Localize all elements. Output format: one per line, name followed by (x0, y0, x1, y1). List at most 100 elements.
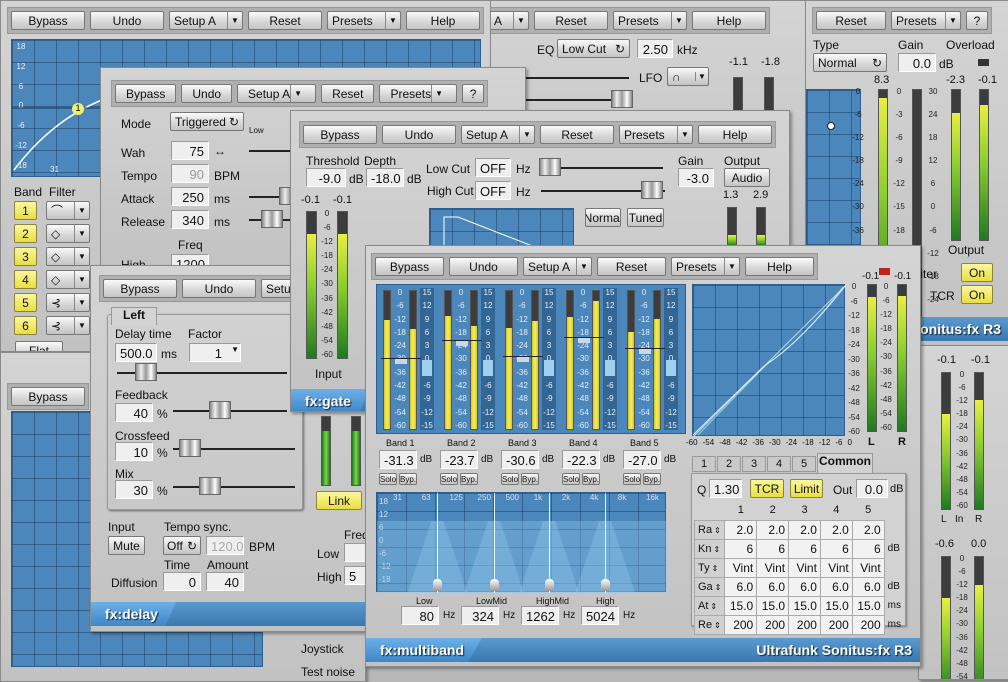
param-cell[interactable]: 6 (756, 538, 790, 559)
undo-button[interactable]: Undo (182, 279, 256, 298)
param-cell[interactable]: 6.0 (788, 576, 821, 597)
band-1-button[interactable]: 1 (14, 201, 37, 220)
reset-button[interactable]: Reset (540, 125, 614, 144)
release-field[interactable]: 340 (171, 210, 209, 229)
filter-type-dropdown[interactable]: ◇ ▼ (46, 247, 90, 266)
attack-field[interactable]: 250 (171, 187, 209, 206)
param-cell[interactable]: 200 (819, 614, 853, 635)
row-header[interactable]: At ⇕ (693, 595, 726, 616)
param-cell[interactable]: 2.0 (724, 519, 758, 540)
setup-a-dropdown[interactable]: Setup A▼ (169, 11, 243, 30)
param-cell[interactable]: 6 (724, 538, 758, 559)
tab-left[interactable]: Left (111, 307, 157, 325)
output-button[interactable]: Audio (724, 168, 770, 187)
crossover-freq-field[interactable]: 324 (461, 606, 499, 625)
param-cell[interactable]: 15.0 (756, 595, 790, 616)
reset-button[interactable]: Reset (248, 11, 322, 30)
tempo-sync-toggle[interactable]: Off ↻ (163, 536, 201, 555)
crossover-freq-field[interactable]: 80 (401, 606, 439, 625)
band-4-button[interactable]: 4 (14, 270, 37, 289)
band-3-button[interactable]: 3 (14, 247, 37, 266)
gain-field[interactable]: -3.0 (678, 168, 714, 187)
slider[interactable] (521, 90, 633, 108)
param-cell[interactable]: 200 (788, 614, 821, 635)
limiter-toggle[interactable]: On (961, 263, 993, 282)
band-2-button[interactable]: 2 (14, 224, 37, 243)
high-cut-field[interactable]: OFF (475, 181, 511, 200)
undo-button[interactable]: Undo (382, 125, 456, 144)
band-5-button[interactable]: 5 (14, 293, 37, 312)
help-button[interactable]: Help (745, 257, 814, 276)
param-cell[interactable]: 2.0 (756, 519, 790, 540)
bypass-button[interactable]: Bypass (303, 125, 377, 144)
delay-time-slider[interactable] (117, 363, 287, 381)
band-6-button[interactable]: 6 (14, 316, 37, 335)
mix-field[interactable]: 30 (115, 480, 153, 499)
threshold-handle[interactable] (625, 348, 665, 358)
attack-slider[interactable] (249, 187, 301, 205)
crossover-freq-field[interactable]: 1262 (521, 606, 559, 625)
threshold-handle[interactable] (381, 358, 421, 369)
transfer-graph[interactable] (692, 284, 846, 437)
threshold-handle[interactable] (503, 356, 543, 367)
filter-type-dropdown[interactable]: ⌒ ▼ (46, 201, 90, 220)
crossover-handle[interactable] (601, 579, 611, 591)
depth-field[interactable]: -18.0 (366, 168, 404, 187)
presets-dropdown[interactable]: Presets ▼ (891, 11, 961, 30)
feedback-field[interactable]: 40 (115, 403, 153, 422)
reset-button[interactable]: Reset (321, 84, 375, 103)
lfo-shape-dropdown[interactable]: ∩ ▼ (667, 67, 709, 86)
wah-slider[interactable] (249, 150, 294, 152)
eq-freq-field[interactable]: 2.50 (637, 39, 673, 58)
param-cell[interactable]: 15.0 (788, 595, 821, 616)
tab-5[interactable]: 5 (792, 456, 816, 472)
param-cell[interactable]: 6 (851, 538, 885, 559)
tcr-toggle[interactable]: On (961, 285, 993, 304)
setup-a-dropdown[interactable]: Setup A▼ (237, 84, 317, 103)
mute-button[interactable]: Mute (108, 536, 145, 555)
bypass-button[interactable]: Bypass (11, 11, 85, 30)
row-header[interactable]: Ty ⇕ (693, 557, 726, 578)
high-cut-slider[interactable] (541, 181, 665, 199)
low-cut-field[interactable]: OFF (475, 158, 511, 177)
crossover-handle[interactable] (490, 579, 500, 591)
crossfeed-slider[interactable] (173, 439, 295, 457)
bypass-band-button[interactable]: Byp. (460, 473, 478, 485)
threshold-field[interactable]: -30.6 (501, 450, 539, 469)
eq-type-selector[interactable]: Low Cut ↻ (557, 39, 630, 58)
link-button[interactable]: Link (316, 491, 362, 510)
bypass-band-button[interactable]: Byp. (521, 473, 539, 485)
param-cell[interactable]: 2.0 (851, 519, 885, 540)
help-button[interactable]: Help (692, 11, 766, 30)
bypass-band-button[interactable]: Byp. (643, 473, 661, 485)
tab-1[interactable]: 1 (692, 456, 716, 472)
param-cell[interactable]: 6.0 (724, 576, 758, 597)
bypass-button[interactable]: Bypass (375, 257, 444, 276)
slider[interactable] (521, 77, 629, 79)
gain-field[interactable]: 0.0 (898, 53, 936, 72)
row-header[interactable]: Ga ⇕ (693, 576, 726, 597)
filter-type-dropdown[interactable]: ⊰ ▼ (46, 316, 90, 335)
bypass-button[interactable]: Bypass (103, 279, 177, 298)
param-cell[interactable]: 6.0 (756, 576, 790, 597)
tuned-button[interactable]: Tuned (627, 208, 664, 227)
param-cell[interactable]: 2.0 (788, 519, 821, 540)
help-button[interactable]: Help (406, 11, 480, 30)
crossover-freq-field[interactable]: 5024 (581, 606, 619, 625)
undo-button[interactable]: Undo (449, 257, 518, 276)
factor-dropdown[interactable]: 1 ▼ (189, 343, 241, 362)
limit-toggle[interactable]: Limit (790, 479, 823, 498)
param-cell[interactable]: 200 (851, 614, 885, 635)
param-cell[interactable]: 6.0 (819, 576, 853, 597)
feedback-slider[interactable] (173, 401, 287, 419)
threshold-handle[interactable] (564, 337, 604, 348)
bypass-button[interactable]: Bypass (115, 84, 177, 103)
reset-button[interactable]: Reset (534, 11, 608, 30)
knee-handle[interactable] (827, 122, 835, 130)
threshold-field[interactable]: -27.0 (623, 450, 661, 469)
filter-type-dropdown[interactable]: ⊰ ▼ (46, 293, 90, 312)
param-cell[interactable]: Vint (788, 557, 821, 578)
param-cell[interactable]: 15.0 (851, 595, 885, 616)
solo-button[interactable]: Solo (623, 473, 641, 485)
crossover-handle[interactable] (545, 579, 555, 591)
